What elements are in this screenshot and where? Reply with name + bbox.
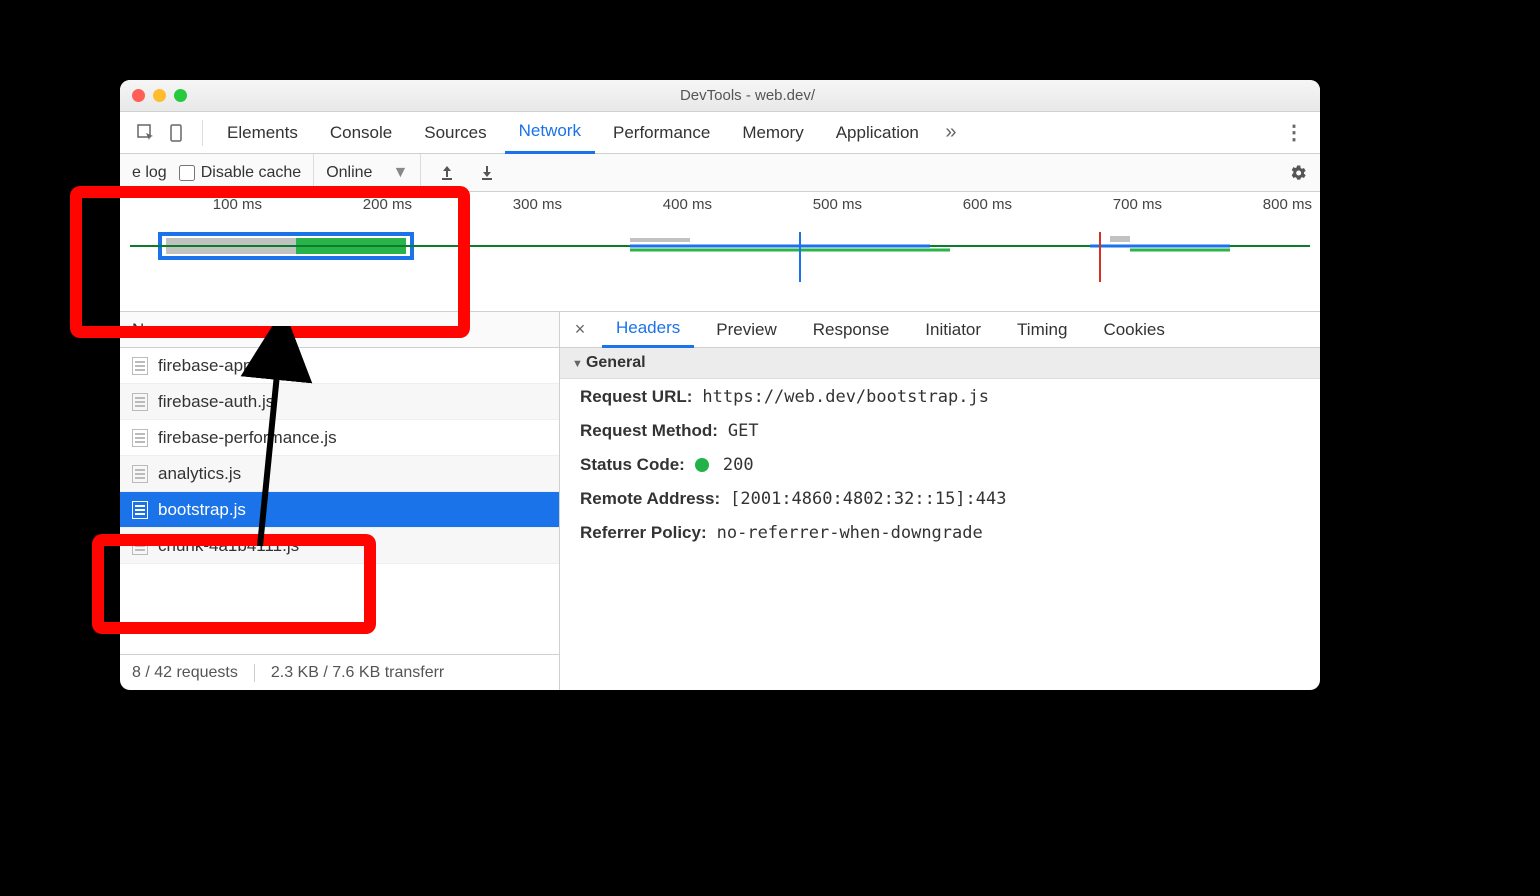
file-icon xyxy=(132,501,148,519)
upload-har-icon[interactable] xyxy=(433,159,461,187)
window-title: DevTools - web.dev/ xyxy=(187,87,1308,104)
divider xyxy=(202,120,203,146)
kebab-menu-icon[interactable]: ⋮ xyxy=(1280,119,1308,147)
file-icon xyxy=(132,357,148,375)
titlebar: DevTools - web.dev/ xyxy=(120,80,1320,112)
traffic-lights xyxy=(132,89,187,102)
file-icon xyxy=(132,429,148,447)
main-tab-bar: Elements Console Sources Network Perform… xyxy=(120,112,1320,154)
file-icon xyxy=(132,393,148,411)
close-detail-icon[interactable]: × xyxy=(566,319,594,340)
general-section-header[interactable]: General xyxy=(560,348,1320,379)
tab-sources[interactable]: Sources xyxy=(410,112,500,154)
close-window-icon[interactable] xyxy=(132,89,145,102)
request-method-value: GET xyxy=(728,421,759,441)
detail-tab-cookies[interactable]: Cookies xyxy=(1089,312,1178,348)
request-url-value: https://web.dev/bootstrap.js xyxy=(702,387,989,407)
request-row[interactable]: firebase-auth.js xyxy=(120,384,559,420)
request-row-selected[interactable]: bootstrap.js xyxy=(120,492,559,528)
status-ok-icon xyxy=(695,458,709,472)
general-kv: Request URL:https://web.dev/bootstrap.js… xyxy=(560,379,1320,551)
more-tabs-icon[interactable]: » xyxy=(937,119,965,147)
file-icon xyxy=(132,465,148,483)
device-toggle-icon[interactable] xyxy=(164,119,192,147)
tab-elements[interactable]: Elements xyxy=(213,112,312,154)
preserve-log-checkbox[interactable]: e log xyxy=(132,164,167,182)
request-row[interactable]: chunk-4a1b4111.js xyxy=(120,528,559,564)
status-bar: 8 / 42 requests 2.3 KB / 7.6 KB transfer… xyxy=(120,654,559,690)
network-toolbar: e log Disable cache Online▼ xyxy=(120,154,1320,192)
inspect-icon[interactable] xyxy=(132,119,160,147)
detail-tab-preview[interactable]: Preview xyxy=(702,312,790,348)
requests-count: 8 / 42 requests xyxy=(132,664,238,682)
tab-performance[interactable]: Performance xyxy=(599,112,724,154)
request-rows: firebase-app.js firebase-auth.js firebas… xyxy=(120,348,559,654)
tab-memory[interactable]: Memory xyxy=(728,112,817,154)
remote-address-value: [2001:4860:4802:32::15]:443 xyxy=(730,489,1006,509)
tab-application[interactable]: Application xyxy=(822,112,933,154)
request-row[interactable]: firebase-performance.js xyxy=(120,420,559,456)
waterfall-overview[interactable]: 100 ms 200 ms 300 ms 400 ms 500 ms 600 m… xyxy=(120,192,1320,312)
waterfall-bars xyxy=(130,232,1310,268)
detail-panel: × Headers Preview Response Initiator Tim… xyxy=(560,312,1320,690)
detail-tab-response[interactable]: Response xyxy=(799,312,904,348)
network-settings-icon[interactable] xyxy=(1288,163,1308,183)
minimize-window-icon[interactable] xyxy=(153,89,166,102)
throttling-select[interactable]: Online▼ xyxy=(313,154,421,191)
disable-cache-checkbox[interactable]: Disable cache xyxy=(179,164,302,182)
status-code-value: 200 xyxy=(723,455,754,475)
timeline-ticks: 100 ms 200 ms 300 ms 400 ms 500 ms 600 m… xyxy=(120,196,1320,218)
request-row[interactable]: analytics.js xyxy=(120,456,559,492)
download-har-icon[interactable] xyxy=(473,159,501,187)
detail-tab-headers[interactable]: Headers xyxy=(602,312,694,348)
transferred-size: 2.3 KB / 7.6 KB transferr xyxy=(254,664,444,682)
name-column-header[interactable]: Name xyxy=(120,312,559,348)
tab-network[interactable]: Network xyxy=(505,112,595,154)
request-row[interactable]: firebase-app.js xyxy=(120,348,559,384)
request-list-panel: Name firebase-app.js firebase-auth.js fi… xyxy=(120,312,560,690)
referrer-policy-value: no-referrer-when-downgrade xyxy=(717,523,983,543)
tab-console[interactable]: Console xyxy=(316,112,406,154)
file-icon xyxy=(132,537,148,555)
devtools-window: DevTools - web.dev/ Elements Console Sou… xyxy=(120,80,1320,690)
maximize-window-icon[interactable] xyxy=(174,89,187,102)
detail-tab-bar: × Headers Preview Response Initiator Tim… xyxy=(560,312,1320,348)
detail-tab-timing[interactable]: Timing xyxy=(1003,312,1081,348)
detail-tab-initiator[interactable]: Initiator xyxy=(911,312,995,348)
